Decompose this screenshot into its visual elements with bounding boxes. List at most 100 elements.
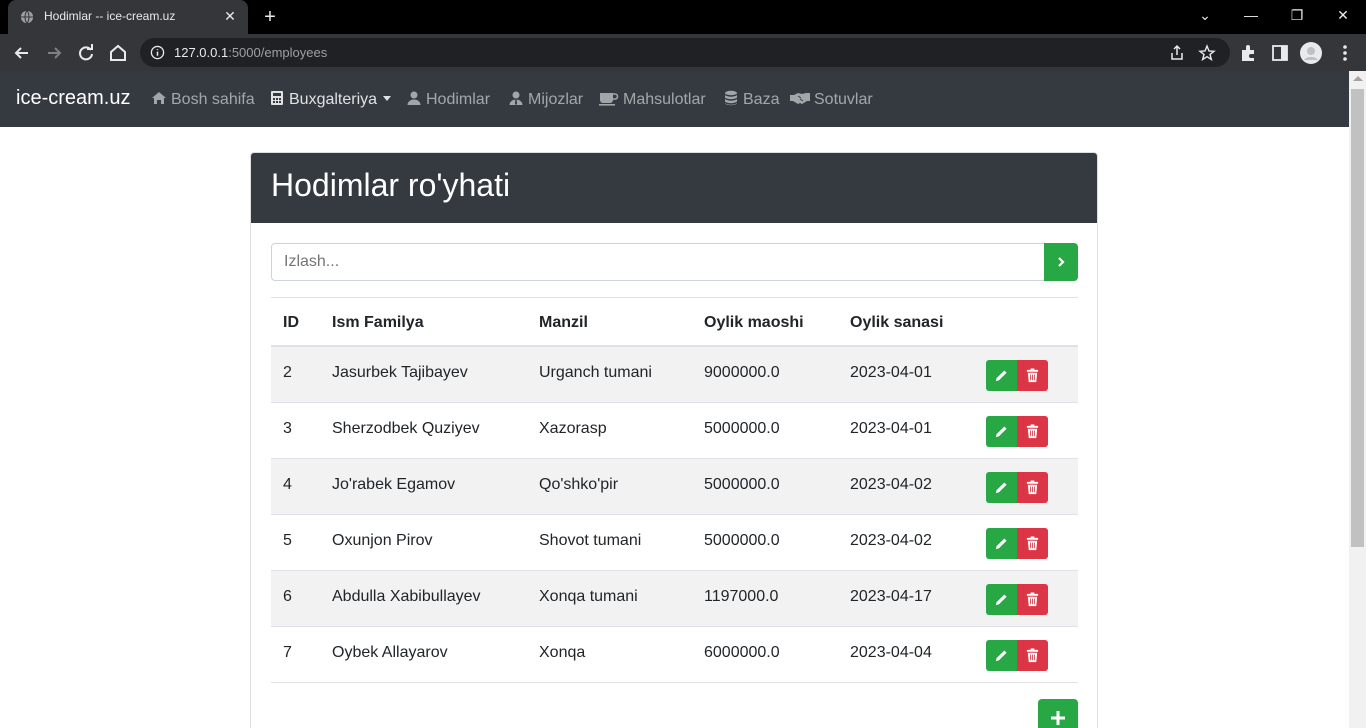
- delete-button[interactable]: [1017, 528, 1048, 559]
- cell-salary-date: 2023-04-01: [850, 420, 932, 437]
- nav-item-mijozlar[interactable]: Mijozlar: [508, 90, 583, 109]
- delete-button[interactable]: [1017, 416, 1048, 447]
- column-header-name: Ism Familya: [332, 314, 424, 331]
- table-row: 6 Abdulla Xabibullayev Xonqa tumani 1197000…: [271, 571, 1078, 627]
- table-row: 2 Jasurbek Tajibayev Urganch tumani 9000000…: [271, 347, 1078, 403]
- forward-icon[interactable]: [41, 40, 67, 66]
- cell-salary-date: 2023-04-02: [850, 532, 932, 549]
- share-icon[interactable]: [1168, 44, 1186, 62]
- cell-salary-date: 2023-04-04: [850, 644, 932, 661]
- database-icon: [725, 90, 737, 106]
- cell-name: Sherzodbek Quziyev: [332, 420, 480, 437]
- trash-icon: [1026, 480, 1039, 495]
- cell-salary: 5000000.0: [704, 476, 780, 493]
- extensions-icon[interactable]: [1237, 42, 1259, 64]
- restore-button[interactable]: ❐: [1274, 0, 1320, 30]
- plus-icon: [1051, 711, 1065, 725]
- page-scrollbar[interactable]: [1349, 71, 1366, 728]
- back-icon[interactable]: [9, 40, 35, 66]
- cell-salary-date: 2023-04-17: [850, 588, 932, 605]
- card-header: Hodimlar ro'yhati: [251, 153, 1097, 223]
- nav-item-label: Sotuvlar: [814, 91, 873, 108]
- page-title: Hodimlar ro'yhati: [271, 167, 511, 203]
- cell-address: Urganch tumani: [539, 364, 652, 381]
- profile-avatar-icon[interactable]: [1300, 42, 1322, 64]
- bookmark-star-icon[interactable]: [1198, 44, 1216, 62]
- search-input[interactable]: [271, 243, 1045, 281]
- nav-item-label: Mijozlar: [528, 91, 584, 108]
- cell-salary: 6000000.0: [704, 644, 780, 661]
- handshake-icon: [790, 93, 810, 104]
- browser-tabbar: Hodimlar -- ice-cream.uz ✕ + ⌄ — ❐ ✕: [0, 0, 1366, 34]
- trash-icon: [1026, 368, 1039, 383]
- browser-tab[interactable]: Hodimlar -- ice-cream.uz ✕: [8, 0, 248, 34]
- search-submit-button[interactable]: [1044, 243, 1078, 281]
- delete-button[interactable]: [1017, 472, 1048, 503]
- cell-address: Xonqa: [539, 644, 586, 661]
- nav-item-label: Hodimlar: [426, 91, 491, 108]
- edit-button[interactable]: [986, 584, 1018, 615]
- cell-address: Xonqa tumani: [539, 588, 638, 605]
- cell-name: Oxunjon Pirov: [332, 532, 433, 549]
- cell-salary: 9000000.0: [704, 364, 780, 381]
- nav-item-sotuvlar[interactable]: Sotuvlar: [790, 90, 873, 109]
- cell-id: 3: [283, 420, 292, 437]
- menu-kebab-icon[interactable]: [1334, 42, 1356, 64]
- table-row: 5 Oxunjon Pirov Shovot tumani 5000000.0 2023…: [271, 515, 1078, 571]
- pencil-icon: [995, 482, 1007, 494]
- cell-id: 4: [283, 476, 292, 493]
- cell-name: Abdulla Xabibullayev: [332, 588, 481, 605]
- nav-item-baza[interactable]: Baza: [723, 90, 779, 109]
- edit-button[interactable]: [986, 528, 1018, 559]
- pencil-icon: [995, 650, 1007, 662]
- pencil-icon: [995, 594, 1007, 606]
- column-header-salary-date: Oylik sanasi: [850, 314, 944, 331]
- pencil-icon: [995, 370, 1007, 382]
- page-viewport: ice-cream.uz Bosh sahifa Buxgalteriya Ho…: [0, 71, 1349, 728]
- scroll-up-arrow-icon[interactable]: [1353, 76, 1363, 81]
- delete-button[interactable]: [1017, 640, 1048, 671]
- tab-title: Hodimlar -- ice-cream.uz: [44, 9, 176, 23]
- cell-id: 7: [283, 644, 292, 661]
- chevron-down-icon: [383, 96, 392, 101]
- tab-close-icon[interactable]: ✕: [222, 8, 238, 24]
- scroll-thumb[interactable]: [1351, 89, 1364, 547]
- side-panel-icon[interactable]: [1269, 42, 1291, 64]
- delete-button[interactable]: [1017, 360, 1048, 391]
- table-row: 4 Jo'rabek Egamov Qo'shko'pir 5000000.0 2023…: [271, 459, 1078, 515]
- nav-item-hodimlar[interactable]: Hodimlar: [406, 90, 490, 109]
- cell-salary-date: 2023-04-01: [850, 364, 932, 381]
- nav-item-buxgalteriya[interactable]: Buxgalteriya: [269, 90, 392, 109]
- brand-logo[interactable]: ice-cream.uz: [16, 87, 130, 110]
- cell-address: Xazorasp: [539, 420, 607, 437]
- cell-id: 6: [283, 588, 292, 605]
- add-employee-button[interactable]: [1038, 699, 1078, 728]
- edit-button[interactable]: [986, 416, 1018, 447]
- tab-search-icon[interactable]: ⌄: [1182, 0, 1228, 30]
- nav-item-bosh-sahifa[interactable]: Bosh sahifa: [151, 90, 255, 109]
- new-tab-button[interactable]: +: [258, 6, 282, 28]
- cell-salary: 1197000.0: [704, 588, 779, 605]
- address-bar[interactable]: 127.0.0.1:5000/employees: [140, 38, 1230, 67]
- reload-icon[interactable]: [73, 40, 99, 66]
- close-window-button[interactable]: ✕: [1320, 0, 1366, 30]
- edit-button[interactable]: [986, 472, 1018, 503]
- url-path: :5000/employees: [228, 45, 328, 60]
- nav-item-label: Bosh sahifa: [171, 91, 255, 108]
- cell-name: Oybek Allayarov: [332, 644, 448, 661]
- edit-button[interactable]: [986, 640, 1018, 671]
- top-navbar: ice-cream.uz Bosh sahifa Buxgalteriya Ho…: [0, 71, 1349, 127]
- minimize-button[interactable]: —: [1228, 0, 1274, 30]
- pencil-icon: [995, 538, 1007, 550]
- edit-button[interactable]: [986, 360, 1018, 391]
- info-icon[interactable]: [150, 45, 165, 60]
- cell-salary-date: 2023-04-02: [850, 476, 932, 493]
- column-header-id: ID: [283, 314, 299, 331]
- delete-button[interactable]: [1017, 584, 1048, 615]
- url-text: 127.0.0.1:5000/employees: [174, 45, 327, 60]
- nav-item-mahsulotlar[interactable]: Mahsulotlar: [599, 90, 706, 109]
- nav-item-label: Mahsulotlar: [623, 91, 706, 108]
- cell-salary: 5000000.0: [704, 420, 780, 437]
- trash-icon: [1026, 648, 1039, 663]
- home-icon[interactable]: [105, 40, 131, 66]
